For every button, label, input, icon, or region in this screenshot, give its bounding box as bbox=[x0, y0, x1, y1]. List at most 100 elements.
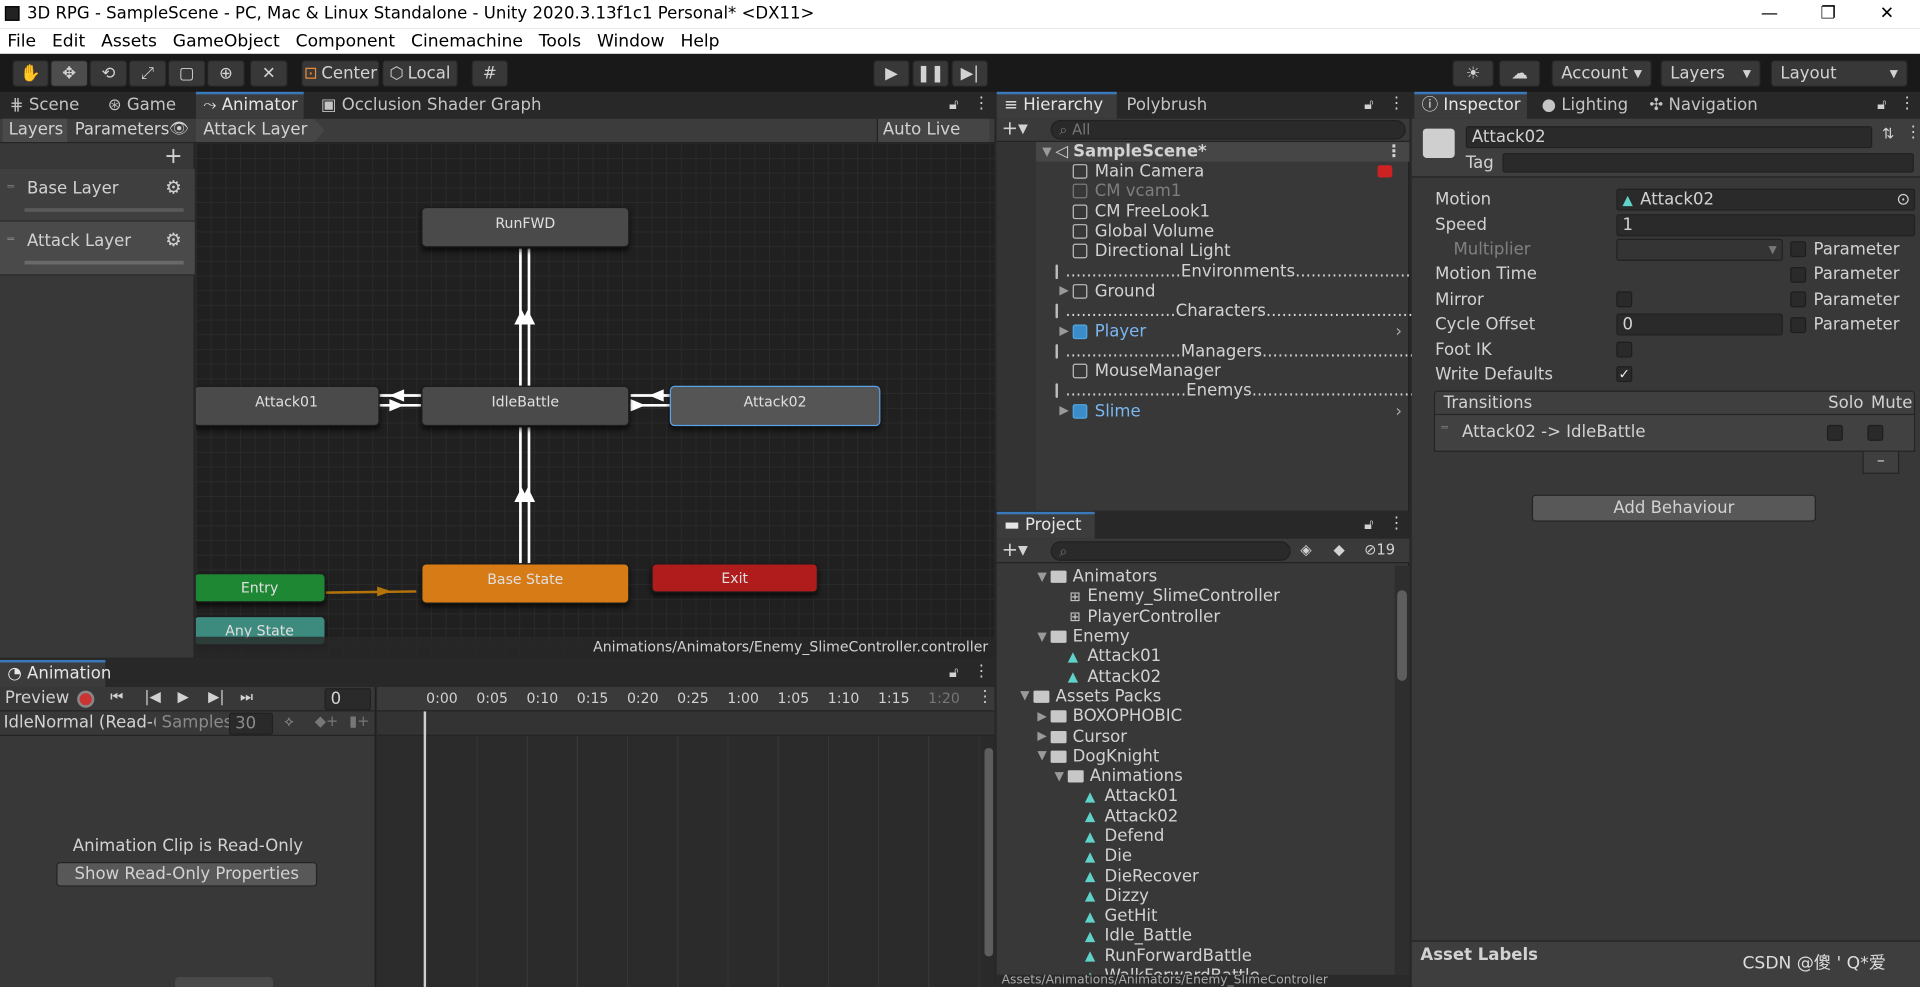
pivot-local-button[interactable]: ⬡ Local bbox=[382, 60, 458, 87]
expand-arrow-icon[interactable]: ▼ bbox=[1051, 770, 1068, 783]
remove-transition-button[interactable]: – bbox=[1862, 451, 1900, 474]
tag-field[interactable] bbox=[1502, 153, 1914, 173]
dopesheet-tab[interactable] bbox=[175, 977, 274, 987]
transition-item[interactable]: ═ Attack02 -> IdleBattle bbox=[1433, 415, 1916, 452]
project-item[interactable]: ▲ Attack02 bbox=[997, 667, 1395, 687]
prev-key-icon[interactable]: |◀ bbox=[144, 688, 160, 705]
project-item[interactable]: ▲ Defend bbox=[997, 826, 1395, 847]
event-track[interactable] bbox=[377, 711, 995, 736]
expand-arrow-icon[interactable]: ▼ bbox=[1038, 145, 1055, 158]
menu-tools[interactable]: Tools bbox=[539, 31, 581, 51]
mirror-checkbox[interactable] bbox=[1616, 291, 1633, 308]
tab-animation[interactable]: ◔ Animation bbox=[0, 660, 111, 687]
hierarchy-item[interactable]: Directional Light bbox=[997, 241, 1410, 261]
state-name-field[interactable]: Attack02 bbox=[1465, 126, 1873, 149]
project-item[interactable]: ▲ Attack01 bbox=[997, 786, 1395, 807]
gear-icon[interactable]: ⚙ bbox=[165, 176, 181, 198]
project-item[interactable]: ▲ Attack02 bbox=[997, 806, 1395, 827]
layers-subtab[interactable]: Layers bbox=[2, 118, 68, 143]
hierarchy-search-input[interactable]: ⌕ All bbox=[1050, 120, 1406, 140]
mirror-parameter-checkbox[interactable] bbox=[1790, 291, 1807, 308]
project-item[interactable]: ▶ BOXOPHOBIC bbox=[997, 707, 1395, 727]
transform-tool-icon[interactable]: ⊕ bbox=[206, 60, 245, 87]
preview-toggle[interactable]: Preview bbox=[5, 688, 69, 708]
lock-icon[interactable]: 🔓︎ bbox=[949, 96, 959, 114]
rect-tool-icon[interactable]: ▢ bbox=[167, 60, 206, 87]
rotate-tool-icon[interactable]: ⟲ bbox=[89, 60, 128, 87]
object-picker-icon[interactable]: ⊙ bbox=[1896, 190, 1910, 210]
show-readonly-button[interactable]: Show Read-Only Properties bbox=[56, 862, 318, 887]
hierarchy-item[interactable]: ▶ Player › bbox=[997, 321, 1410, 341]
close-button[interactable]: ✕ bbox=[1859, 0, 1915, 28]
project-item[interactable]: ▼ Assets Packs bbox=[997, 687, 1395, 707]
hierarchy-item[interactable]: ......................Environments......… bbox=[997, 261, 1458, 281]
pause-icon[interactable]: ❚❚ bbox=[912, 60, 949, 87]
project-scrollbar[interactable] bbox=[1394, 565, 1410, 975]
first-key-icon[interactable]: ⏮ bbox=[110, 688, 123, 706]
motion-field[interactable]: ▲ Attack02 ⊙ bbox=[1616, 188, 1916, 211]
tab-polybrush[interactable]: Polybrush bbox=[1119, 92, 1214, 119]
project-item[interactable]: ▲ Idle_Battle bbox=[997, 926, 1395, 946]
expand-arrow-icon[interactable]: ▼ bbox=[1033, 750, 1050, 763]
drag-handle-icon[interactable]: ═ bbox=[1441, 422, 1448, 434]
solo-checkbox[interactable] bbox=[1826, 424, 1843, 441]
expand-arrow-icon[interactable]: ▼ bbox=[1016, 690, 1033, 703]
more-options-icon[interactable]: ⋮ bbox=[1389, 94, 1405, 112]
filter-by-type-icon[interactable]: ◈ bbox=[1300, 541, 1311, 558]
state-exit[interactable]: Exit bbox=[651, 563, 818, 593]
menu-window[interactable]: Window bbox=[597, 31, 665, 51]
motion-time-parameter-checkbox[interactable] bbox=[1790, 266, 1807, 283]
expand-arrow-icon[interactable]: ▼ bbox=[1033, 570, 1050, 583]
project-item[interactable]: ⊞ PlayerController bbox=[997, 607, 1395, 627]
state-runfwd[interactable]: RunFWD bbox=[421, 206, 630, 248]
pivot-center-button[interactable]: ⊡ Center bbox=[301, 60, 380, 87]
minimize-button[interactable]: — bbox=[1741, 0, 1797, 28]
timeline-scrollbar[interactable] bbox=[983, 735, 995, 987]
multiplier-parameter-checkbox[interactable] bbox=[1790, 241, 1807, 258]
services-icon[interactable]: ☀ bbox=[1452, 60, 1494, 87]
lock-icon[interactable]: 🔓︎ bbox=[1364, 96, 1374, 114]
tab-navigation[interactable]: ✣ Navigation bbox=[1642, 92, 1765, 119]
project-search-input[interactable]: ⌕ bbox=[1050, 541, 1291, 561]
state-attack02[interactable]: Attack02 bbox=[669, 385, 881, 427]
hierarchy-item[interactable]: .......................Enemys...........… bbox=[997, 381, 1415, 401]
tab-inspector[interactable]: ⓘ Inspector bbox=[1414, 91, 1527, 119]
tab-scene[interactable]: ⋕ Scene bbox=[2, 92, 86, 119]
menu-assets[interactable]: Assets bbox=[101, 31, 157, 51]
last-key-icon[interactable]: ⏭ bbox=[240, 688, 253, 706]
hierarchy-item[interactable]: ......................Managers..........… bbox=[997, 341, 1430, 361]
menu-component[interactable]: Component bbox=[296, 31, 396, 51]
keyframe-icon[interactable]: ⟡ bbox=[284, 713, 294, 731]
project-item[interactable]: ▲ GetHit bbox=[997, 906, 1395, 926]
step-icon[interactable]: ▶| bbox=[951, 60, 989, 87]
more-options-icon[interactable]: ⋮ bbox=[1905, 124, 1920, 142]
layer-item-base[interactable]: ═ Base Layer ⚙ bbox=[0, 168, 195, 222]
custom-tool-icon[interactable]: ✕ bbox=[249, 60, 288, 87]
tab-hierarchy[interactable]: ≡ Hierarchy bbox=[996, 91, 1117, 119]
more-options-icon[interactable]: ⋮ bbox=[1389, 514, 1405, 532]
timeline-ruler[interactable]: 0:00 0:05 0:10 0:15 0:20 0:25 1:00 1:05 … bbox=[377, 686, 995, 712]
scene-row[interactable]: ▼ ◁ SampleScene* ⋮ bbox=[996, 142, 1410, 162]
chevron-right-icon[interactable]: › bbox=[1395, 321, 1402, 341]
project-item[interactable]: ▲ RunForwardBattle bbox=[997, 946, 1395, 966]
project-item[interactable]: ▲ Dizzy bbox=[997, 886, 1395, 906]
add-keyframe-icon[interactable]: ◆+ bbox=[315, 713, 339, 730]
add-event-icon[interactable]: ▮+ bbox=[349, 713, 369, 730]
project-item[interactable]: ▲ Die bbox=[997, 846, 1395, 866]
tab-lighting[interactable]: ● Lighting bbox=[1534, 92, 1635, 119]
state-entry[interactable]: Entry bbox=[195, 573, 326, 603]
expand-arrow-icon[interactable]: ▶ bbox=[1056, 404, 1073, 417]
chevron-right-icon[interactable]: › bbox=[1395, 401, 1402, 421]
tab-game[interactable]: ⊛ Game bbox=[100, 92, 183, 119]
auto-live-link-button[interactable]: Auto Live Link bbox=[876, 118, 990, 162]
project-item[interactable]: ▼ Animators bbox=[997, 567, 1395, 587]
project-item[interactable]: ▼ Animations bbox=[997, 766, 1395, 787]
next-key-icon[interactable]: ▶| bbox=[208, 688, 224, 705]
breadcrumb[interactable]: Attack Layer bbox=[195, 118, 325, 143]
filter-by-label-icon[interactable]: ◆ bbox=[1333, 541, 1344, 558]
expand-arrow-icon[interactable]: ▶ bbox=[1033, 730, 1050, 743]
project-item[interactable]: ▲ DieRecover bbox=[997, 866, 1395, 886]
menu-file[interactable]: File bbox=[7, 31, 36, 51]
multiplier-dropdown[interactable]: ▾ bbox=[1616, 238, 1783, 261]
project-item[interactable]: ▶ Cursor bbox=[997, 727, 1395, 747]
